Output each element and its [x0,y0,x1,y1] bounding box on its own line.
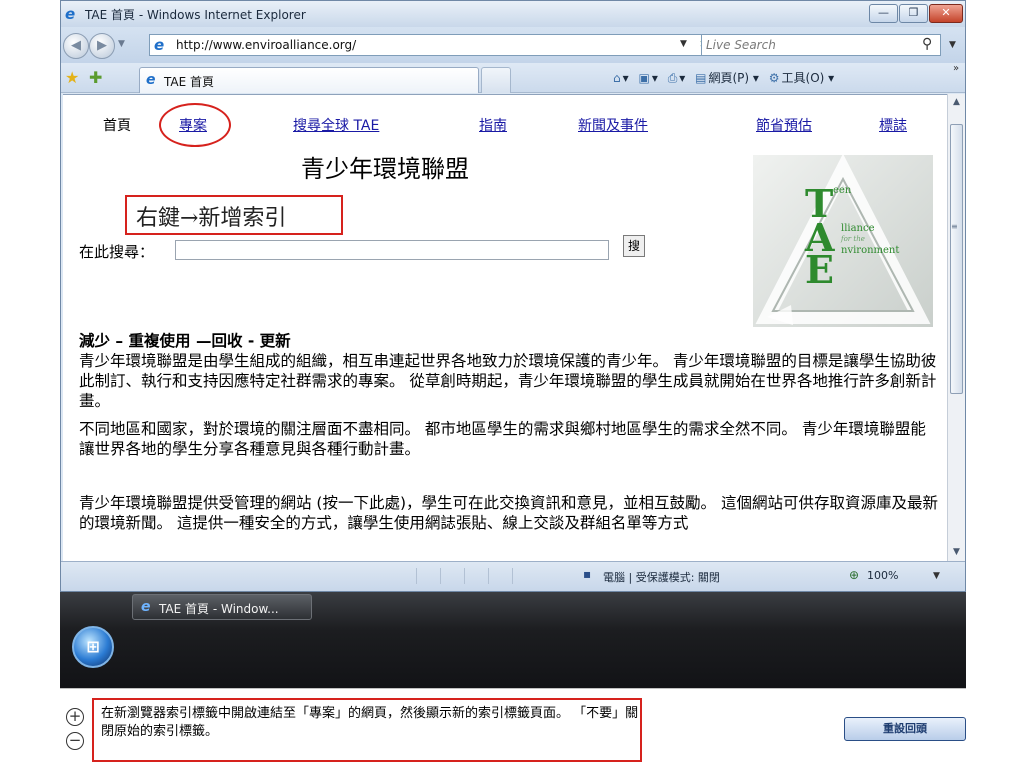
new-tab-button[interactable] [481,67,511,93]
page-menu-icon: ▤ [695,71,707,85]
vertical-scrollbar[interactable]: ▲ ≡ ▼ [947,94,965,561]
tab-page-icon: e [146,72,156,88]
address-dropdown-icon[interactable]: ▼ [680,39,687,49]
logo-text-a: lliance [841,223,875,234]
status-segment [491,568,513,584]
site-search-input[interactable] [175,240,609,260]
tae-logo: T een A lliance for the E nvironment [753,153,933,327]
scroll-thumb[interactable] [950,124,963,394]
maximize-button[interactable]: ❐ [899,4,928,23]
divider [60,688,966,689]
site-search-button[interactable]: 搜 [623,235,645,257]
zoom-level[interactable]: 100% [867,569,898,582]
reset-button[interactable]: 重設回頭 [844,717,966,741]
nav-guide-link[interactable]: 指南 [479,115,507,135]
page-title: 青少年環境聯盟 [301,155,469,183]
print-button[interactable]: ⎙ ▾ [668,71,686,86]
nav-logo-link[interactable]: 標誌 [879,115,907,135]
annotation-callout: 右鍵→新增索引 [125,195,343,235]
feeds-icon: ▣ [638,71,650,85]
start-button[interactable]: ⊞ [72,626,114,668]
scroll-down-icon[interactable]: ▼ [948,544,965,561]
ie-logo-icon: e [65,5,76,23]
search-placeholder[interactable]: Live Search [706,38,776,52]
scroll-up-icon[interactable]: ▲ [948,94,965,111]
close-button[interactable]: ✕ [929,4,963,23]
logo-text-t: een [833,185,852,196]
status-segment [395,568,417,584]
chevron-more-icon[interactable]: » [953,63,959,74]
tools-menu[interactable]: ⚙ 工具(O) ▾ [769,69,834,86]
taskbar: e TAE 首頁 - Window... ⊞ [60,592,966,688]
command-bar: ⌂ ▾ ▣ ▾ ⎙ ▾ ▤ 網頁(P) ▾ ⚙ 工具(O) ▾ [613,69,840,89]
logo-letter-e: E [805,247,834,292]
security-zone-status[interactable]: 電腦 | 受保護模式: 關閉 [603,569,720,585]
feeds-button[interactable]: ▣ ▾ [638,71,657,85]
zoom-icon[interactable]: ⊕ [849,568,859,582]
tools-menu-label: 工具(O) [781,71,825,85]
status-segment [443,568,465,584]
favorites-center-icon[interactable]: ★ [65,68,79,87]
tab-label[interactable]: TAE 首頁 [164,73,214,90]
gear-icon: ⚙ [768,71,780,85]
site-search-label: 在此搜尋： [79,243,155,261]
address-url[interactable]: http://www.enviroalliance.org/ [176,38,356,52]
tab-bar: ★ ✚ e TAE 首頁 ⌂ ▾ ▣ ▾ ⎙ ▾ ▤ 網頁(P) ▾ ⚙ 工具(O) ▾ … [61,63,965,93]
content-heading: 減少 – 重複使用 —回收 - 更新 [79,332,291,350]
recent-pages-dropdown-icon[interactable]: ▼ [118,39,125,49]
paragraph-3: 青少年環境聯盟提供受管理的網站 (按一下此處)，學生可在此交換資訊和意見，並相互… [79,494,938,532]
page-icon: e [154,36,165,54]
paragraph-2: 不同地區和國家，對於環境的關注層面不盡相同。 都市地區學生的需求與鄉村地區學生的… [79,420,926,458]
title-bar[interactable]: e TAE 首頁 - Windows Internet Explorer — ❐… [61,1,965,27]
tae-logo-graphic: T een A lliance for the E nvironment [755,153,931,325]
status-bar: ▪ 電腦 | 受保護模式: 關閉 ⊕ 100% ▼ [61,561,965,591]
page-menu[interactable]: ▤ 網頁(P) ▾ [695,69,759,86]
nav-news-link[interactable]: 新聞及事件 [578,115,648,135]
zoom-dropdown-icon[interactable]: ▼ [933,571,940,581]
logo-text-for: for the [840,235,865,243]
add-favorites-icon[interactable]: ✚ [89,68,102,87]
address-toolbar: ◀ ▶ ▼ e http://www.enviroalliance.org/ ▼… [61,27,965,63]
address-field[interactable]: e http://www.enviroalliance.org/ ▼ ⇆ ✕ [149,34,739,56]
browser-window: e TAE 首頁 - Windows Internet Explorer — ❐… [60,0,966,592]
instruction-text: 在新瀏覽器索引標籤中開啟連結至「專案」的網頁，然後顯示新的索引標籤頁面。 「不要… [92,698,642,762]
logo-text-e: nvironment [841,245,899,256]
status-segment [419,568,441,584]
back-button[interactable]: ◀ [63,33,89,59]
tab-tae-home[interactable]: e TAE 首頁 [139,67,479,93]
taskbar-item-ie[interactable]: e TAE 首頁 - Window... [132,594,312,620]
page-content: 首頁 專案 搜尋全球 TAE 指南 新聞及事件 節省預估 標誌 青少年環境聯盟 … [63,94,947,561]
search-field[interactable]: Live Search ⚲ [701,34,941,56]
home-icon: ⌂ [613,71,621,85]
ie-logo-icon: e [141,599,151,615]
search-options-dropdown-icon[interactable]: ▼ [949,40,956,50]
annotation-circle [159,103,231,147]
taskbar-item-label: TAE 首頁 - Window... [159,602,279,616]
collapse-icon[interactable]: − [66,732,84,750]
page-menu-label: 網頁(P) [708,71,750,85]
forward-button[interactable]: ▶ [89,33,115,59]
home-button[interactable]: ⌂ ▾ [613,71,629,85]
paragraph-1: 青少年環境聯盟是由學生組成的組織，相互串連起世界各地致力於環境保護的青少年。 青… [79,352,937,410]
window-title: TAE 首頁 - Windows Internet Explorer [85,8,306,22]
computer-zone-icon: ▪ [583,567,592,581]
print-icon: ⎙ [667,71,678,85]
search-icon[interactable]: ⚲ [922,36,932,52]
nav-home[interactable]: 首頁 [103,115,131,135]
expand-icon[interactable]: + [66,708,84,726]
nav-search-all-link[interactable]: 搜尋全球 TAE [293,115,379,135]
status-segment [467,568,489,584]
minimize-button[interactable]: — [869,4,898,23]
scroll-grip-icon: ≡ [951,222,958,231]
nav-energy-link[interactable]: 節省預估 [756,115,812,135]
